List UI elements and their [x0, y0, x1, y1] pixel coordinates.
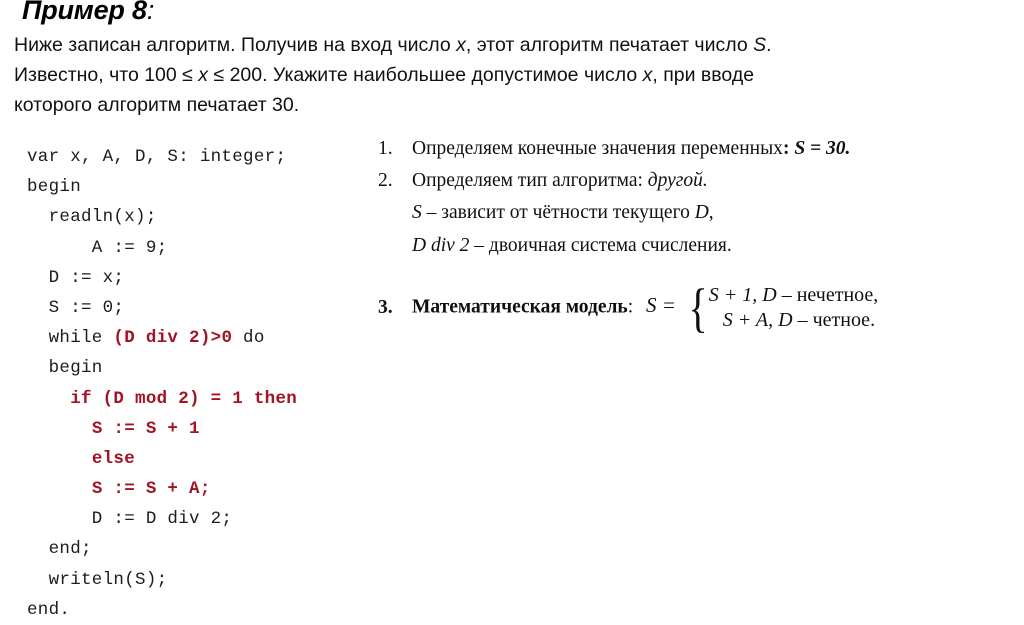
math-cases-group: { S + 1, D – нечетное, S + A, D – четное…	[685, 278, 879, 338]
problem-line-3: которого алгоритм печатает 30.	[14, 94, 300, 116]
math-cases: S + 1, D – нечетное, S + A, D – четное.	[709, 283, 879, 333]
code-highlight: S := S + 1	[91, 418, 200, 439]
code-text: do	[232, 328, 265, 349]
variable-x-lower: x	[198, 64, 209, 86]
code-text: D := D div 2;	[27, 509, 233, 530]
code-text: var x, A, D, S: integer;	[27, 147, 287, 167]
note-ddiv2-text: – двоичная система счисления.	[469, 235, 732, 256]
code-line: S := S + 1	[27, 414, 297, 444]
code-line: S := 0;	[27, 293, 297, 323]
math-case-odd: S + 1, D – нечетное,	[709, 283, 879, 308]
code-line: begin	[27, 353, 297, 383]
problem-line-1-part-b: , этот алгоритм печатает число	[465, 34, 754, 56]
code-text: A := 9;	[27, 237, 168, 258]
pascal-code-block: var x, A, D, S: integer; begin readln(x);…	[27, 142, 297, 625]
code-text: D := x;	[27, 267, 125, 288]
code-line: while (D div 2)>0 do	[27, 323, 297, 353]
note-expression-d-div-2: D div 2	[412, 235, 470, 256]
solution-item-2-label: Определяем тип алгоритма:	[412, 170, 648, 191]
note-s-tail: ,	[708, 202, 714, 223]
code-line: A := 9;	[27, 233, 297, 263]
problem-line-1-part-c: .	[766, 34, 772, 56]
variable-x: x	[456, 34, 466, 56]
code-line: begin	[27, 172, 297, 202]
problem-line-2-part-c: , при вводе	[652, 64, 755, 86]
variable-s: S	[753, 34, 767, 56]
solution-item-1-colon: :	[782, 138, 795, 159]
problem-line-2-part-a: Известно, что 100 ≤	[14, 64, 199, 86]
code-text: writeln(S);	[27, 569, 168, 590]
solution-item-3: 3. Математическая модель: S = { S + 1, D…	[378, 278, 1018, 338]
code-line: D := x;	[27, 263, 297, 293]
code-line: readln(x);	[27, 202, 297, 232]
code-line: var x, A, D, S: integer;	[27, 142, 297, 172]
solution-item-2-text: Определяем тип алгоритма: другой.	[412, 170, 1018, 192]
problem-line-1-part-a: Ниже записан алгоритм. Получив на вход ч…	[14, 34, 457, 56]
math-case-even-expr: S + A, D	[722, 309, 793, 331]
problem-line-2: Известно, что 100 ≤ x ≤ 200. Укажите наи…	[14, 60, 1014, 90]
solution-item-3-number: 3.	[378, 297, 393, 318]
math-model-colon: :	[627, 296, 634, 318]
math-case-even: S + A, D – четное.	[709, 308, 879, 333]
solution-note-ddiv2: D div 2 – двоичная система счисления.	[412, 235, 1018, 257]
solution-note-s: S – зависит от чётности текущего D,	[412, 202, 1018, 224]
math-case-odd-word: – нечетное,	[776, 284, 879, 306]
code-text: end;	[27, 539, 92, 560]
code-line: writeln(S);	[27, 565, 297, 595]
solution-item-1-text: Определяем конечные значения переменных:…	[412, 138, 1018, 160]
code-text: while	[27, 328, 114, 349]
code-text: end.	[27, 599, 71, 620]
problem-line-1: Ниже записан алгоритм. Получив на вход ч…	[14, 30, 1014, 60]
code-line: if (D mod 2) = 1 then	[27, 384, 297, 414]
problem-line-2-part-b: ≤ 200. Укажите наибольшее допустимое чис…	[208, 64, 643, 86]
note-s-text: – зависит от чётности текущего	[421, 202, 695, 223]
code-text: begin	[27, 177, 82, 198]
code-line: D := D div 2;	[27, 504, 297, 534]
solution-item-1: 1. Определяем конечные значения переменн…	[378, 138, 1018, 160]
code-highlight: else	[91, 448, 136, 469]
solution-item-2-number: 2.	[378, 170, 393, 191]
math-model-label: Математическая модель	[412, 296, 628, 318]
code-text: begin	[27, 358, 103, 379]
code-highlight: S := S + A;	[91, 479, 211, 500]
page-title-text: Пример 8	[22, 0, 147, 25]
solution-item-2-value: другой.	[647, 170, 708, 191]
solution-item-1-number: 1.	[378, 138, 393, 159]
solution-item-1-value: S = 30.	[794, 138, 851, 159]
code-line: end;	[27, 534, 297, 564]
solution-item-1-label: Определяем конечные значения переменных	[412, 138, 783, 159]
note-variable-d: D	[694, 202, 709, 223]
code-highlight: if (D mod 2) = 1 then	[70, 388, 298, 409]
page-title-colon: :	[146, 0, 155, 25]
variable-x-upper: x	[642, 64, 653, 86]
math-model-lhs: S =	[646, 293, 676, 318]
solution-panel: 1. Определяем конечные значения переменн…	[378, 138, 1018, 343]
code-highlight: (D div 2)>0	[113, 328, 233, 349]
math-case-odd-expr: S + 1, D	[708, 284, 777, 306]
code-text: readln(x);	[27, 207, 157, 228]
code-text: S := 0;	[27, 297, 125, 318]
solution-item-2: 2. Определяем тип алгоритма: другой.	[378, 170, 1018, 192]
code-line: S := S + A;	[27, 474, 297, 504]
code-line: end.	[27, 595, 297, 625]
left-brace-icon: {	[688, 278, 708, 338]
math-case-even-word: – четное.	[792, 309, 876, 331]
page-title: Пример 8:	[22, 0, 154, 26]
solution-item-3-text: Математическая модель: S = { S + 1, D – …	[412, 278, 1018, 338]
problem-statement: Ниже записан алгоритм. Получив на вход ч…	[14, 30, 1014, 120]
note-variable-s: S	[412, 202, 422, 223]
code-line: else	[27, 444, 297, 474]
